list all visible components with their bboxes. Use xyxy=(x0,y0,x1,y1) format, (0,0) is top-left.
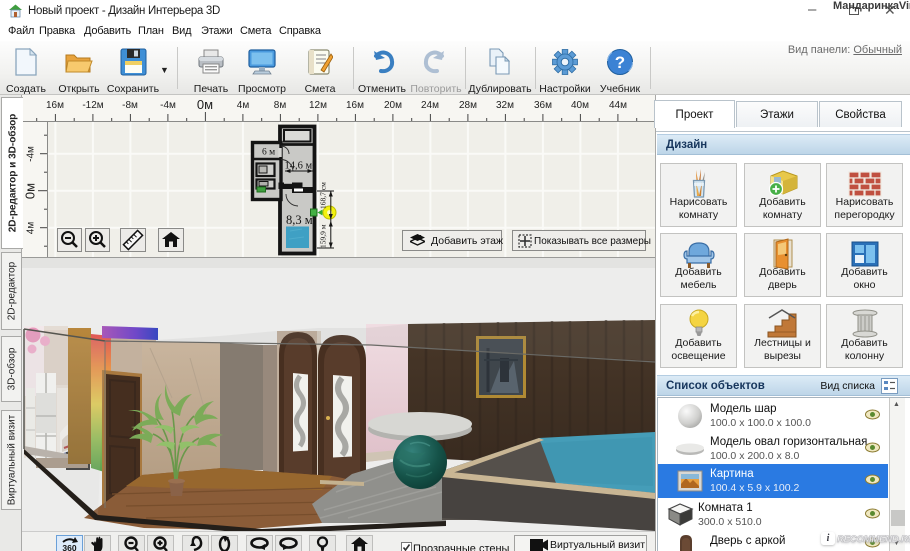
svg-text:6 м: 6 м xyxy=(262,148,275,158)
svg-text:?: ? xyxy=(615,53,625,72)
svg-text:360: 360 xyxy=(62,543,76,551)
svg-text:159,9 м: 159,9 м xyxy=(319,224,328,248)
svg-text:8,3 м: 8,3 м xyxy=(286,213,313,227)
svg-text:168,7 см: 168,7 см xyxy=(319,182,328,209)
